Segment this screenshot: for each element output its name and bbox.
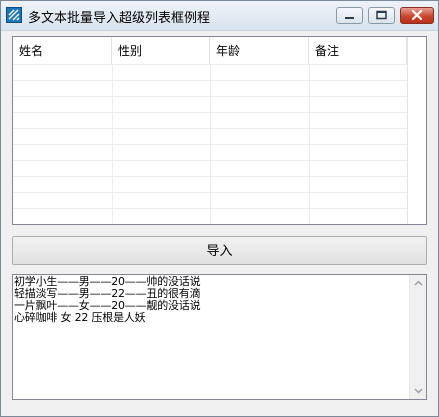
close-button[interactable]: [400, 7, 434, 24]
grid-column-line: [309, 64, 310, 224]
title-bar[interactable]: 多文本批量导入超级列表框例程: [1, 1, 438, 31]
chevron-up-icon: [414, 280, 423, 286]
column-header-label: 备注: [315, 44, 340, 58]
grid-row-line: [13, 224, 407, 225]
close-icon: [411, 9, 423, 21]
column-header-age[interactable]: 年龄: [210, 37, 309, 64]
import-button[interactable]: 导入: [12, 236, 427, 265]
app-window: 多文本批量导入超级列表框例程 姓名 性别 年龄 备注 导入 初学小生——男——2…: [0, 0, 439, 417]
maximize-button[interactable]: [368, 7, 395, 24]
scroll-up-button[interactable]: [410, 275, 426, 292]
list-right-edge: [407, 37, 408, 224]
grid-column-line: [112, 64, 113, 224]
column-header-label: 姓名: [19, 44, 44, 58]
minimize-button[interactable]: [336, 7, 363, 24]
multiline-text-input[interactable]: 初学小生——男——20——帅的没话说 轻描淡写——男——22——丑的很有滴 一片飘叶…: [12, 274, 427, 400]
vertical-scrollbar[interactable]: [409, 275, 426, 399]
text-content: 初学小生——男——20——帅的没话说 轻描淡写——男——22——丑的很有滴 一片飘叶…: [14, 276, 409, 324]
minimize-icon: [345, 17, 354, 19]
column-header-label: 性别: [118, 44, 143, 58]
super-list-box[interactable]: 姓名 性别 年龄 备注: [12, 36, 427, 225]
window-title: 多文本批量导入超级列表框例程: [28, 11, 211, 26]
column-header-gender[interactable]: 性别: [112, 37, 210, 64]
text-line: 心碎咖啡 女 22 压根是人妖: [14, 311, 146, 324]
list-header: 姓名 性别 年龄 备注: [13, 37, 426, 64]
column-header-name[interactable]: 姓名: [13, 37, 112, 64]
app-icon: [6, 7, 22, 23]
chevron-down-icon: [414, 388, 423, 394]
column-header-label: 年龄: [216, 44, 241, 58]
maximize-icon: [376, 10, 387, 20]
scroll-down-button[interactable]: [410, 382, 426, 399]
grid-column-line: [210, 64, 211, 224]
column-header-remark[interactable]: 备注: [309, 37, 407, 64]
